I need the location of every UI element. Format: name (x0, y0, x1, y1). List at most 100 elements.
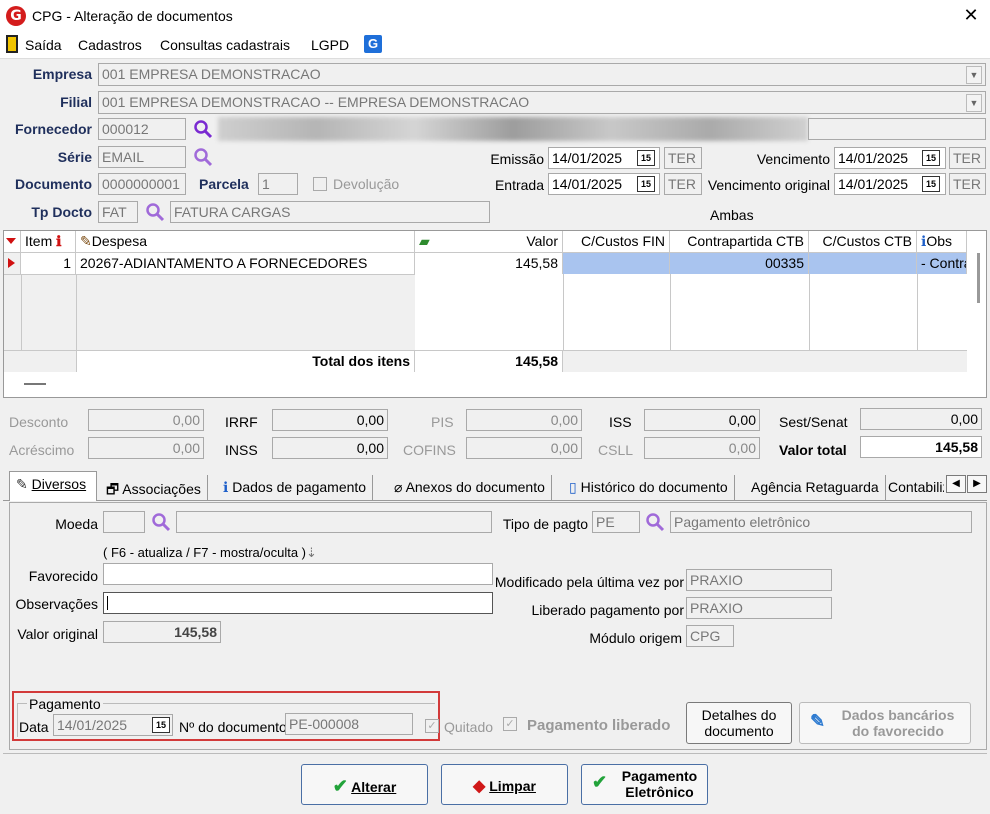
parcela-label: Parcela (199, 176, 249, 192)
detalhes-documento-button[interactable]: Detalhes do documento (686, 702, 792, 744)
col-header-ccustos-ctb[interactable]: C/Custos CTB (809, 231, 917, 253)
acrescimo-label: Acréscimo (9, 442, 75, 458)
acrescimo-field[interactable]: 0,00 (88, 437, 204, 459)
serie-search-icon[interactable] (193, 147, 213, 167)
vencimento-calendar-icon[interactable]: 15 (922, 150, 940, 166)
menu-lgpd[interactable]: LGPD (311, 37, 349, 53)
total-items-label: Total dos itens (76, 351, 415, 372)
alterar-button[interactable]: ✔ Alterar (301, 764, 428, 805)
pis-field[interactable]: 0,00 (466, 409, 582, 431)
table-cell-item[interactable]: 1 (21, 253, 76, 274)
table-cell-obs[interactable]: - Contra (917, 253, 967, 274)
devolucao-label: Devolução (333, 176, 400, 192)
tab-diversos[interactable]: ✎ Diversos (9, 471, 97, 501)
filial-dropdown-icon[interactable]: ▼ (966, 94, 982, 112)
empresa-dropdown-icon[interactable]: ▼ (966, 66, 982, 84)
entrada-calendar-icon[interactable]: 15 (637, 176, 655, 192)
emissao-calendar-icon[interactable]: 15 (637, 150, 655, 166)
menu-bar: Saída Cadastros Consultas cadastrais LGP… (0, 33, 990, 58)
documento-field[interactable]: 0000000001 (98, 173, 186, 195)
pagamento-liberado-checkbox[interactable]: ✓ (503, 717, 517, 731)
entrada-day-field: TER (664, 173, 702, 195)
filial-select[interactable]: 001 EMPRESA DEMONSTRACAO -- EMPRESA DEMO… (98, 91, 986, 114)
col-header-contrapartida[interactable]: Contrapartida CTB (670, 231, 809, 253)
csll-field[interactable]: 0,00 (644, 437, 760, 459)
observacoes-label: Observações (15, 596, 98, 612)
pagamento-data-label: Data (19, 719, 49, 735)
grid-line (809, 274, 810, 350)
window-title: CPG - Alteração de documentos (32, 8, 233, 24)
col-header-valor[interactable]: ▰ Valor (415, 231, 563, 253)
table-cell-ccustos-ctb[interactable] (809, 253, 917, 274)
irrf-field[interactable]: 0,00 (272, 409, 388, 431)
pagamento-calendar-icon[interactable]: 15 (152, 717, 170, 733)
quitado-checkbox[interactable]: ✓ (425, 719, 439, 733)
col-header-item-label: Item (25, 233, 53, 249)
iss-field[interactable]: 0,00 (644, 409, 760, 431)
tab-agencia-retaguarda[interactable]: Agência Retaguarda (745, 475, 886, 501)
documento-label: Documento (15, 176, 92, 192)
col-header-despesa[interactable]: ✎Despesa (76, 231, 415, 253)
grid-line (76, 274, 77, 350)
col-header-item[interactable]: Item ℹ (21, 231, 76, 253)
tab-scroll-left-button[interactable]: ◀ (946, 475, 966, 493)
table-cell-contrapartida[interactable]: 00335 (670, 253, 809, 274)
tipo-pagto-label: Tipo de pagto (502, 516, 588, 532)
table-cell-despesa[interactable]: 20267-ADIANTAMENTO A FORNECEDORES (76, 253, 415, 274)
devolucao-checkbox[interactable] (313, 177, 327, 191)
tab-associacoes[interactable]: 🗗 Associações (100, 475, 208, 501)
tab-dados-pagamento[interactable]: ℹ Dados de pagamento (217, 475, 374, 501)
tpdocto-code-field[interactable]: FAT (98, 201, 138, 223)
col-header-obs-label: Obs (926, 233, 953, 249)
table-cell-valor[interactable]: 145,58 (415, 253, 563, 274)
valor-total-field: 145,58 (860, 436, 982, 458)
dados-bancarios-button[interactable]: ✎ Dados bancários do favorecido (799, 702, 971, 744)
grid-line (21, 274, 22, 350)
menu-cadastros[interactable]: Cadastros (78, 37, 142, 53)
empresa-select[interactable]: 001 EMPRESA DEMONSTRACAO (98, 63, 986, 86)
grid-horizontal-scrollbar[interactable] (24, 383, 46, 385)
pagamento-eletronico-line2: Eletrônico (625, 784, 694, 800)
cofins-label: COFINS (403, 442, 456, 458)
grid-vertical-scrollbar[interactable] (972, 253, 980, 303)
fornecedor-search-icon[interactable] (193, 119, 213, 139)
table-cell-ccustos-fin[interactable] (563, 253, 670, 274)
parcela-field[interactable]: 1 (258, 173, 298, 195)
quitado-label: Quitado (444, 719, 494, 735)
tpdocto-search-icon[interactable] (145, 202, 165, 222)
desconto-field[interactable]: 0,00 (88, 409, 204, 431)
tab-historico[interactable]: ▯ Histórico do documento (563, 475, 735, 501)
observacoes-field[interactable] (103, 592, 493, 614)
menu-consultas-cadastrais[interactable]: Consultas cadastrais (160, 37, 290, 53)
pagamento-eletronico-button[interactable]: ✔ Pagamento Eletrônico (581, 764, 708, 805)
tipo-pagto-search-icon[interactable] (645, 512, 665, 532)
lgpd-icon[interactable]: G (364, 35, 382, 53)
tab-contabiliz[interactable]: Contabiliz (882, 475, 944, 501)
close-button[interactable]: ✕ (958, 4, 984, 28)
sest-senat-field[interactable]: 0,00 (860, 408, 982, 430)
moeda-code-field[interactable] (103, 511, 145, 533)
limpar-button[interactable]: ◆ Limpar (441, 764, 568, 805)
grid-line (670, 274, 671, 350)
tab-anexos[interactable]: ⌀ Anexos do documento (388, 475, 552, 501)
tab-scroll-right-button[interactable]: ▶ (967, 475, 987, 493)
iss-label: ISS (609, 414, 632, 430)
cofins-field[interactable]: 0,00 (466, 437, 582, 459)
pagamento-liberado-label: Pagamento liberado (527, 717, 671, 734)
vencimento-day-field: TER (949, 147, 986, 169)
serie-field[interactable]: EMAIL (98, 146, 186, 168)
inss-field[interactable]: 0,00 (272, 437, 388, 459)
pis-label: PIS (431, 414, 454, 430)
fornecedor-code-field[interactable]: 000012 (98, 118, 186, 140)
dados-bancarios-line2: do favorecido (852, 723, 944, 739)
menu-saida[interactable]: Saída (25, 37, 62, 53)
moeda-search-icon[interactable] (151, 512, 171, 532)
venc-original-calendar-icon[interactable]: 15 (922, 176, 940, 192)
col-header-ccustos-fin[interactable]: C/Custos FIN (563, 231, 670, 253)
favorecido-field[interactable] (103, 563, 493, 585)
tipo-pagto-code-field[interactable]: PE (592, 511, 640, 533)
pen-blue-icon: ✎ (810, 711, 826, 731)
col-header-despesa-label: Despesa (91, 233, 147, 249)
items-grid[interactable]: Item ℹ ✎Despesa ▰ Valor C/Custos FIN Cont… (3, 230, 987, 398)
col-header-obs[interactable]: ℹObs (917, 231, 967, 253)
